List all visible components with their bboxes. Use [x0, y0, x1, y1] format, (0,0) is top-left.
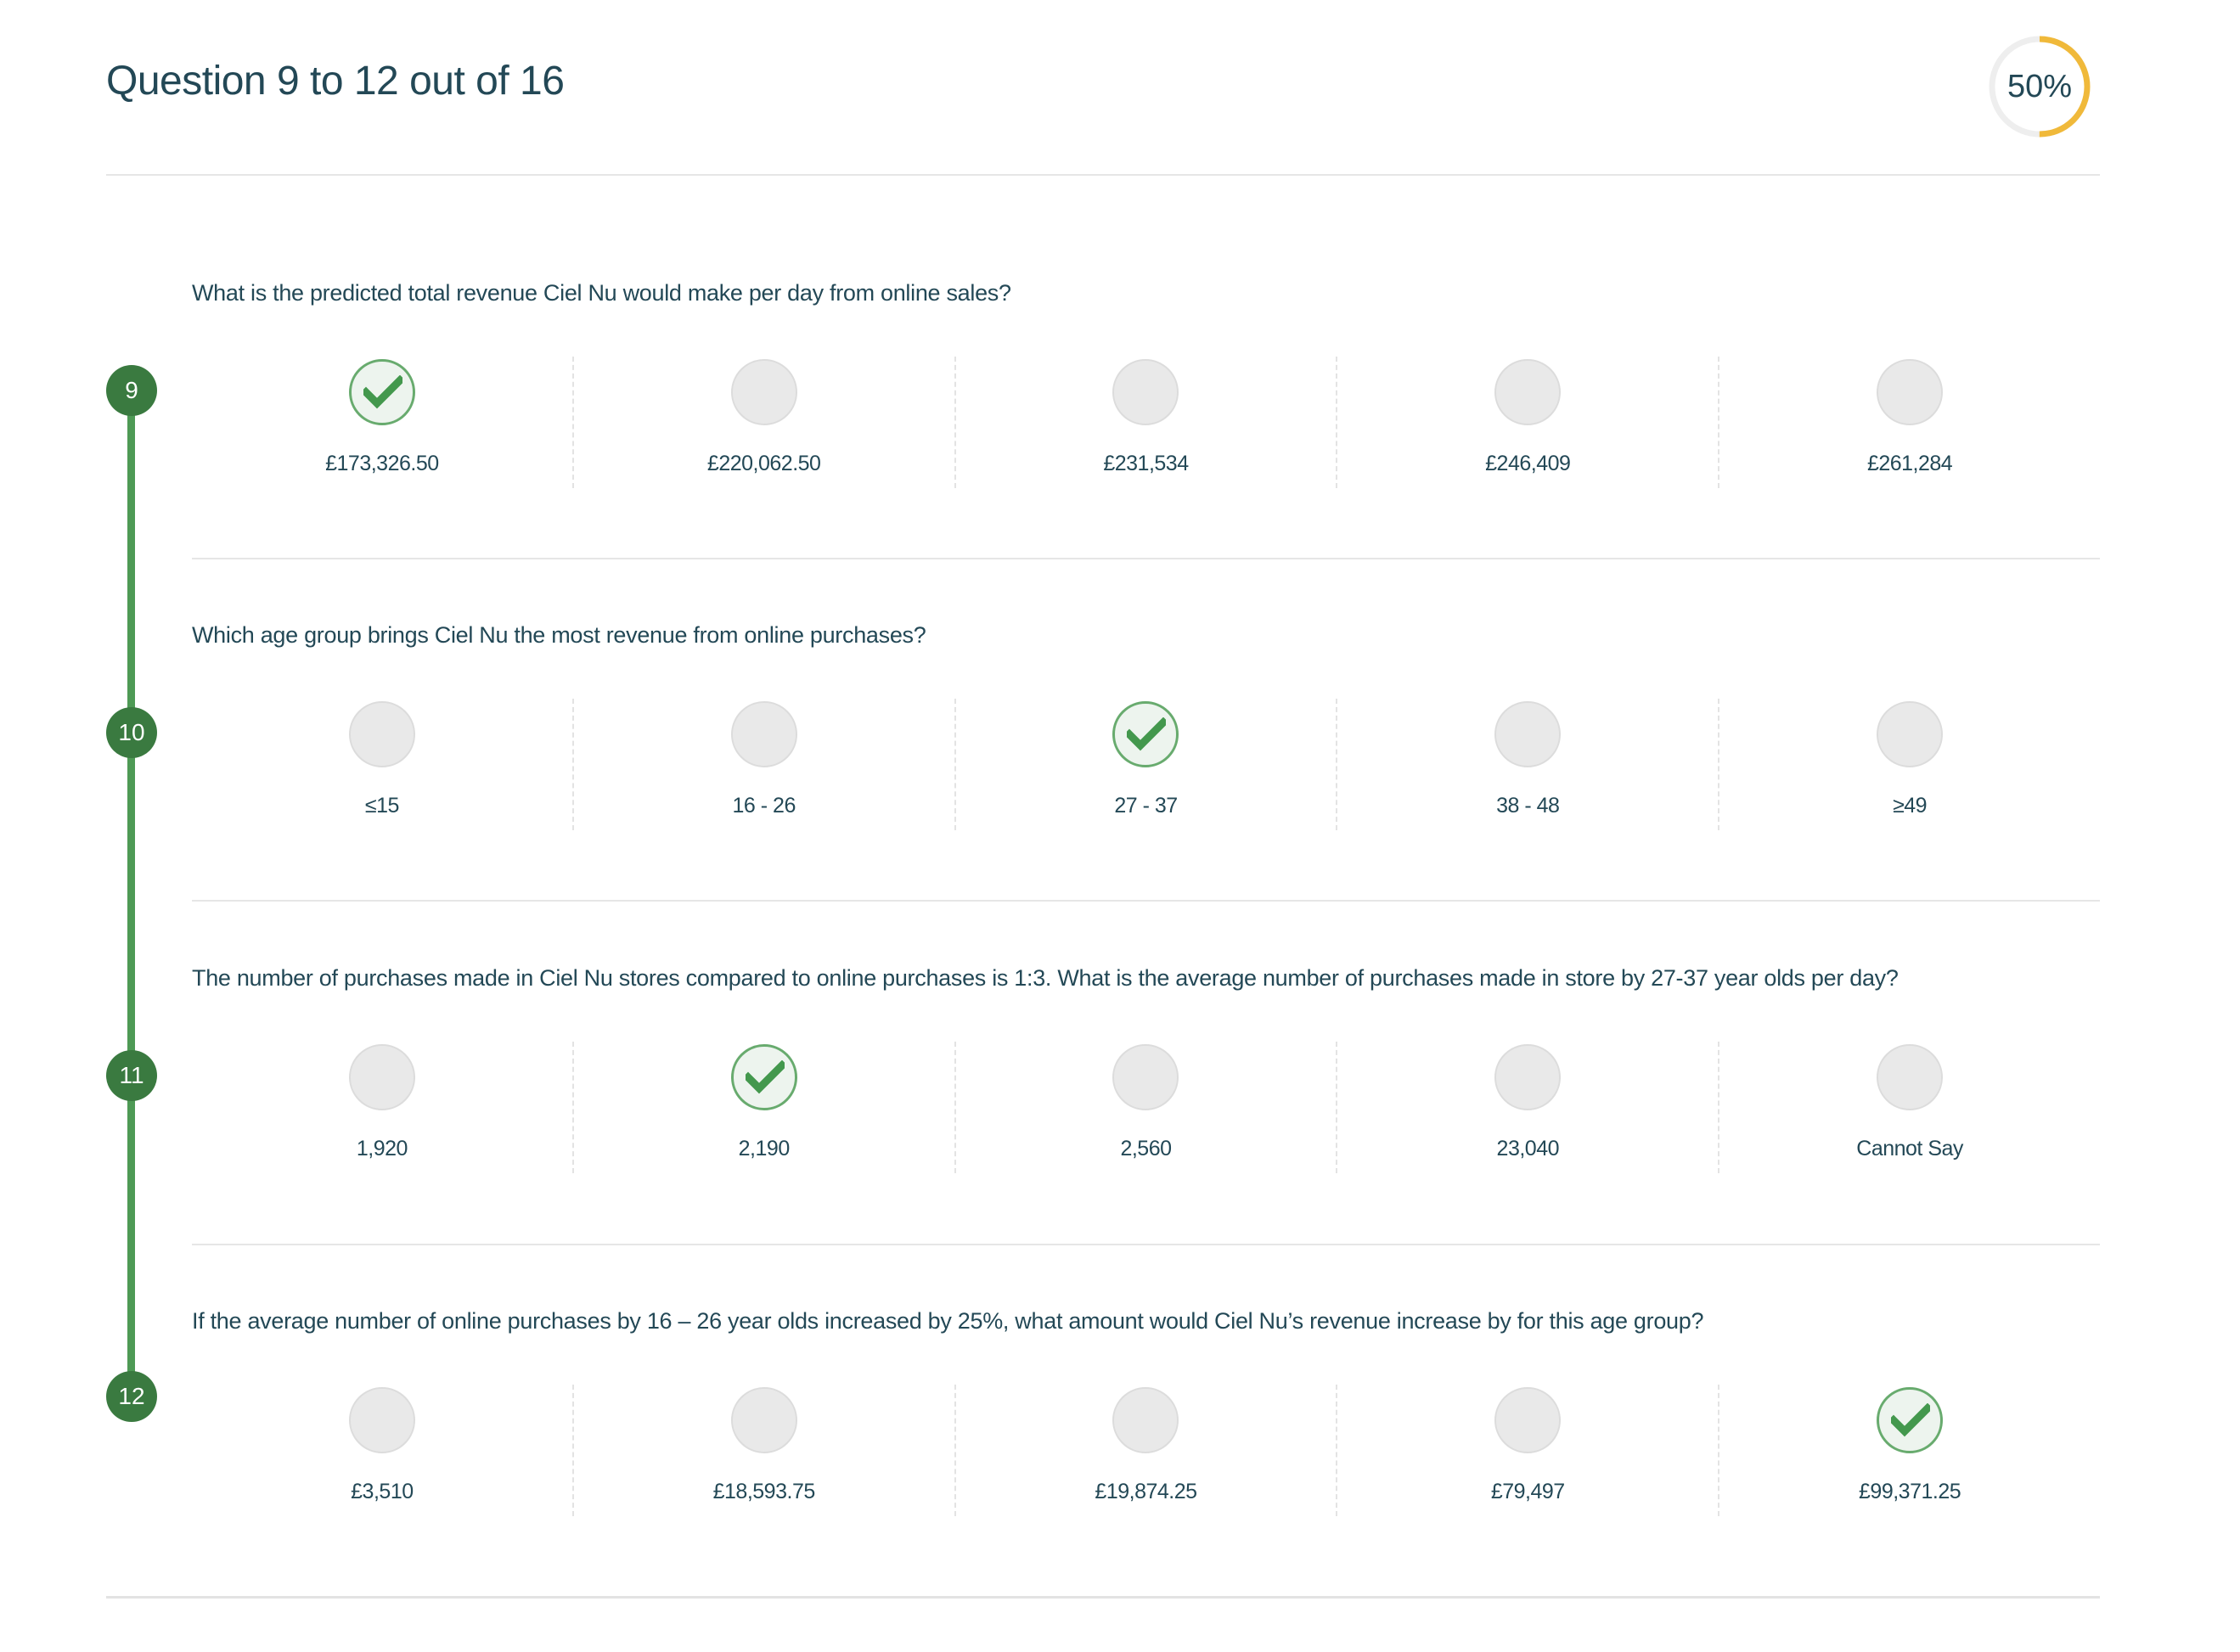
radio-button[interactable]	[1494, 1044, 1562, 1110]
answer-options: £3,510 £18,593.75 £19,874.25 £79,497 £99…	[192, 1385, 2100, 1516]
radio-button-checked[interactable]	[1877, 1387, 1944, 1453]
answer-option-selected[interactable]: £173,326.50	[192, 357, 574, 488]
question-number-badge: 9	[106, 365, 157, 416]
answer-label: 16 - 26	[732, 794, 796, 818]
radio-button[interactable]	[1877, 701, 1944, 767]
answer-option-selected[interactable]: 2,190	[574, 1042, 956, 1173]
radio-button[interactable]	[1494, 359, 1562, 425]
radio-button[interactable]	[730, 701, 797, 767]
answer-label: 2,190	[738, 1137, 791, 1160]
answer-label: 27 - 37	[1114, 794, 1178, 818]
question-number-badge: 12	[106, 1371, 157, 1422]
answer-label: £231,534	[1103, 452, 1189, 475]
radio-button[interactable]	[1112, 1044, 1179, 1110]
radio-button[interactable]	[1112, 1387, 1179, 1453]
answer-option[interactable]: £18,593.75	[574, 1385, 956, 1516]
answer-label: £220,062.50	[706, 452, 821, 475]
radio-button-checked[interactable]	[730, 1044, 797, 1110]
question-number-badge: 11	[106, 1050, 157, 1101]
answer-options: ≤15 16 - 26 27 - 37 38 - 48 ≥49	[192, 699, 2100, 830]
answer-option[interactable]: 1,920	[192, 1042, 574, 1173]
answer-option[interactable]: ≤15	[192, 699, 574, 830]
answer-label: £3,510	[351, 1480, 414, 1503]
radio-button[interactable]	[1494, 701, 1562, 767]
answer-option[interactable]: ≥49	[1719, 699, 2100, 830]
radio-button[interactable]	[1112, 359, 1179, 425]
radio-button[interactable]	[730, 359, 797, 425]
page-title: Question 9 to 12 out of 16	[106, 59, 565, 104]
answer-options: £173,326.50 £220,062.50 £231,534 £246,40…	[192, 357, 2100, 488]
answer-label: Cannot Say	[1856, 1137, 1963, 1160]
radio-button-checked[interactable]	[348, 359, 415, 425]
answer-option[interactable]: £3,510	[192, 1385, 574, 1516]
page-header: Question 9 to 12 out of 16 50%	[106, 0, 2100, 176]
answer-option[interactable]: Cannot Say	[1719, 1042, 2100, 1173]
answer-option[interactable]: 38 - 48	[1337, 699, 1720, 830]
question-text: The number of purchases made in Ciel Nu …	[192, 965, 1899, 991]
question-11: The number of purchases made in Ciel Nu …	[0, 965, 2240, 1309]
answer-label: £79,497	[1490, 1480, 1565, 1503]
progress-ring: 50%	[1987, 34, 2092, 139]
answer-label: 1,920	[356, 1137, 408, 1160]
checkmark-icon	[1891, 1403, 1931, 1437]
answer-label: £18,593.75	[712, 1480, 816, 1503]
answer-label: £261,284	[1866, 452, 1953, 475]
answer-option[interactable]: 23,040	[1337, 1042, 1720, 1173]
answer-option[interactable]: £246,409	[1337, 357, 1720, 488]
section-divider	[192, 558, 2100, 559]
question-text: Which age group brings Ciel Nu the most …	[192, 622, 926, 648]
answer-label: £19,874.25	[1095, 1480, 1197, 1503]
radio-button[interactable]	[1877, 1044, 1944, 1110]
answer-option[interactable]: £220,062.50	[574, 357, 956, 488]
checkmark-icon	[363, 375, 402, 409]
radio-button[interactable]	[1494, 1387, 1562, 1453]
section-divider	[192, 1244, 2100, 1245]
answer-label: £173,326.50	[325, 452, 439, 475]
question-10: Which age group brings Ciel Nu the most …	[0, 622, 2240, 966]
question-text: What is the predicted total revenue Ciel…	[192, 280, 1011, 306]
radio-button[interactable]	[348, 1387, 415, 1453]
radio-button[interactable]	[348, 701, 415, 767]
question-number-badge: 10	[106, 707, 157, 758]
progress-percent: 50%	[2006, 68, 2073, 104]
question-9: What is the predicted total revenue Ciel…	[0, 280, 2240, 624]
checkmark-icon	[1127, 717, 1167, 751]
radio-button[interactable]	[1877, 359, 1944, 425]
answer-label: 2,560	[1120, 1137, 1172, 1160]
answer-options: 1,920 2,190 2,560 23,040 Cannot Say	[192, 1042, 2100, 1173]
section-divider	[192, 900, 2100, 902]
answer-option[interactable]: £261,284	[1719, 357, 2100, 488]
answer-option-selected[interactable]: £99,371.25	[1719, 1385, 2100, 1516]
answer-label: ≥49	[1893, 794, 1928, 818]
checkmark-icon	[745, 1060, 785, 1094]
radio-button[interactable]	[348, 1044, 415, 1110]
answer-option[interactable]: £231,534	[956, 357, 1338, 488]
question-text: If the average number of online purchase…	[192, 1308, 1704, 1334]
answer-option[interactable]: £79,497	[1337, 1385, 1720, 1516]
answer-option-selected[interactable]: 27 - 37	[956, 699, 1338, 830]
answer-option[interactable]: £19,874.25	[956, 1385, 1338, 1516]
bottom-divider	[106, 1596, 2100, 1599]
answer-option[interactable]: 16 - 26	[574, 699, 956, 830]
answer-label: £99,371.25	[1859, 1480, 1961, 1503]
answer-label: 38 - 48	[1496, 794, 1560, 818]
radio-button[interactable]	[730, 1387, 797, 1453]
radio-button-checked[interactable]	[1112, 701, 1179, 767]
answer-label: £246,409	[1485, 452, 1571, 475]
answer-label: ≤15	[364, 794, 400, 818]
question-12: If the average number of online purchase…	[0, 1308, 2240, 1652]
answer-label: 23,040	[1496, 1137, 1560, 1160]
answer-option[interactable]: 2,560	[956, 1042, 1338, 1173]
